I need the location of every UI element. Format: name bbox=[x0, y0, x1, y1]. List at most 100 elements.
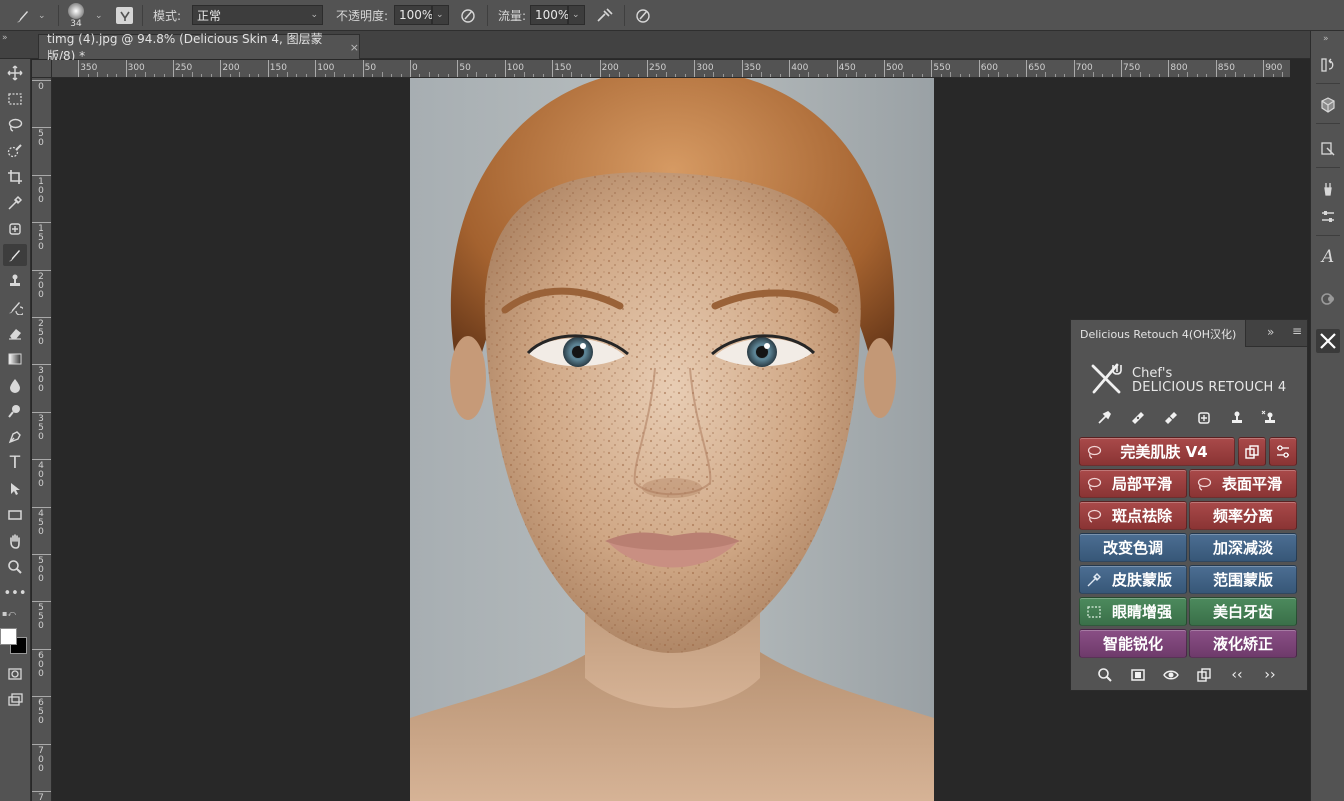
rectangle-tool-icon[interactable] bbox=[3, 504, 27, 526]
delicious-retouch-dock-icon[interactable] bbox=[1316, 329, 1340, 353]
flow-input[interactable]: 100% bbox=[530, 5, 569, 25]
lasso-tool-icon[interactable] bbox=[3, 114, 27, 136]
duplicate-layer-button[interactable] bbox=[1238, 437, 1266, 466]
layer-mask-icon[interactable] bbox=[1127, 664, 1149, 686]
liquify-button[interactable]: 液化矫正 bbox=[1189, 629, 1297, 658]
chevron-down-icon[interactable]: ⌄ bbox=[38, 11, 46, 21]
plugin-panel-icon[interactable] bbox=[1316, 287, 1340, 311]
healing-icon[interactable] bbox=[1193, 407, 1215, 429]
ruler-top-label: 300 bbox=[127, 63, 145, 73]
brush-tool-icon[interactable]: ⌄ bbox=[14, 0, 46, 31]
ruler-left-label: 100 bbox=[38, 176, 44, 205]
ruler-top-label: 150 bbox=[269, 63, 287, 73]
pen-tool-icon[interactable] bbox=[3, 426, 27, 448]
stamp-icon[interactable] bbox=[1226, 407, 1248, 429]
ruler-left-label: 150 bbox=[38, 224, 44, 253]
spot-remove-button[interactable]: 斑点祛除 bbox=[1079, 501, 1187, 530]
pressure-size-icon[interactable] bbox=[635, 0, 652, 31]
flow-dropdown[interactable]: ⌄ bbox=[568, 5, 585, 25]
hand-tool-icon[interactable] bbox=[3, 530, 27, 552]
opacity-input[interactable]: 100% bbox=[394, 5, 433, 25]
collapse-dock-icon[interactable]: » bbox=[1323, 34, 1329, 44]
pressure-opacity-icon[interactable] bbox=[460, 0, 477, 31]
mode-label: 模式: bbox=[153, 9, 182, 23]
eye-visibility-icon[interactable] bbox=[1160, 664, 1182, 686]
marquee-tool-icon[interactable] bbox=[3, 88, 27, 110]
adjustments-icon[interactable] bbox=[1316, 205, 1340, 229]
ruler-top-label: 850 bbox=[1217, 63, 1235, 73]
change-tone-button[interactable]: 改变色调 bbox=[1079, 533, 1187, 562]
settings-sliders-button[interactable] bbox=[1269, 437, 1297, 466]
crop-tool-icon[interactable] bbox=[3, 166, 27, 188]
brush-settings-icon[interactable] bbox=[1316, 177, 1340, 201]
brush-tool-icon[interactable] bbox=[3, 244, 27, 266]
screen-mode-icon[interactable] bbox=[3, 689, 27, 711]
history-brush-tool-icon[interactable] bbox=[3, 296, 27, 318]
range-mask-button[interactable]: 范围蒙版 bbox=[1189, 565, 1297, 594]
ruler-top-label: 600 bbox=[980, 63, 998, 73]
eye-enhance-button[interactable]: 眼睛增强 bbox=[1079, 597, 1187, 626]
frequency-separation-button[interactable]: 频率分离 bbox=[1189, 501, 1297, 530]
surface-smooth-button[interactable]: 表面平滑 bbox=[1189, 469, 1297, 498]
quick-mask-icon[interactable] bbox=[3, 663, 27, 685]
collapse-toolbar-icon[interactable]: » bbox=[2, 33, 8, 43]
character-panel-icon[interactable]: A bbox=[1316, 245, 1340, 269]
type-tool-icon[interactable]: T bbox=[3, 452, 27, 474]
dodge-tool-icon[interactable] bbox=[3, 400, 27, 422]
zoom-tool-icon[interactable] bbox=[3, 556, 27, 578]
lasso-icon bbox=[1197, 477, 1212, 491]
bandage-icon[interactable] bbox=[1127, 407, 1149, 429]
close-icon[interactable]: × bbox=[350, 41, 359, 54]
flow-label: 流量: bbox=[498, 9, 527, 23]
mode-value: 正常 bbox=[197, 8, 222, 23]
properties-panel-icon[interactable] bbox=[1316, 137, 1340, 161]
skin-mask-button[interactable]: 皮肤蒙版 bbox=[1079, 565, 1187, 594]
clone-stamp-tool-icon[interactable] bbox=[3, 270, 27, 292]
skin-mask-label: 皮肤蒙版 bbox=[1111, 571, 1172, 589]
move-tool-icon[interactable] bbox=[3, 62, 27, 84]
mode-select[interactable]: 正常 ⌄ bbox=[192, 5, 323, 25]
local-smooth-button[interactable]: 局部平滑 bbox=[1079, 469, 1187, 498]
ruler-top-label: 100 bbox=[317, 63, 335, 73]
dodge-burn-label: 加深减淡 bbox=[1212, 539, 1273, 557]
next-arrow-icon[interactable]: ›› bbox=[1259, 664, 1281, 686]
portrait-photo[interactable] bbox=[410, 78, 934, 801]
brush-panel-toggle-icon[interactable] bbox=[116, 0, 133, 31]
opacity-dropdown[interactable]: ⌄ bbox=[432, 5, 449, 25]
local-smooth-label: 局部平滑 bbox=[1111, 475, 1172, 493]
teeth-whiten-button[interactable]: 美白牙齿 bbox=[1189, 597, 1297, 626]
healing-brush-tool-icon[interactable] bbox=[3, 218, 27, 240]
panel-title[interactable]: Delicious Retouch 4(OH汉化) bbox=[1071, 320, 1247, 347]
patch-icon[interactable] bbox=[1160, 407, 1182, 429]
eraser-tool-icon[interactable] bbox=[3, 322, 27, 344]
brush-tool-mini-icon[interactable] bbox=[1093, 407, 1115, 429]
smart-sharpen-button[interactable]: 智能锐化 bbox=[1079, 629, 1187, 658]
perfect-skin-label: 完美肌肤 V4 bbox=[1120, 443, 1208, 461]
gradient-tool-icon[interactable] bbox=[3, 348, 27, 370]
history-panel-icon[interactable] bbox=[1316, 53, 1340, 77]
zoom-icon[interactable] bbox=[1094, 664, 1116, 686]
chevron-down-icon[interactable]: ⌄ bbox=[95, 0, 103, 31]
more-tools-icon[interactable]: ••• bbox=[3, 582, 27, 604]
lasso-icon bbox=[1087, 445, 1102, 459]
collapse-panel-icon[interactable]: » bbox=[1267, 325, 1274, 339]
merge-layers-icon[interactable] bbox=[1193, 664, 1215, 686]
pattern-stamp-icon[interactable] bbox=[1258, 407, 1280, 429]
quick-selection-tool-icon[interactable] bbox=[3, 140, 27, 162]
foreground-color-swatch-top[interactable] bbox=[0, 628, 17, 645]
airbrush-icon[interactable] bbox=[596, 0, 614, 31]
path-selection-tool-icon[interactable] bbox=[3, 478, 27, 500]
brush-preset-picker[interactable]: 34 bbox=[68, 0, 84, 31]
eyedropper-tool-icon[interactable] bbox=[3, 192, 27, 214]
3d-panel-icon[interactable] bbox=[1316, 93, 1340, 117]
prev-arrow-icon[interactable]: ‹‹ bbox=[1226, 664, 1248, 686]
ruler-left-label: 450 bbox=[38, 508, 44, 537]
document-tab[interactable]: timg (4).jpg @ 94.8% (Delicious Skin 4, … bbox=[38, 32, 360, 63]
panel-menu-icon[interactable]: ≡ bbox=[1292, 324, 1302, 338]
dodge-burn-button[interactable]: 加深减淡 bbox=[1189, 533, 1297, 562]
document-title: timg (4).jpg @ 94.8% (Delicious Skin 4, … bbox=[47, 32, 323, 63]
blur-tool-icon[interactable] bbox=[3, 374, 27, 396]
change-tone-label: 改变色调 bbox=[1102, 539, 1163, 557]
perfect-skin-button[interactable]: 完美肌肤 V4 bbox=[1079, 437, 1235, 466]
default-colors-icon[interactable]: ▪⤺ bbox=[2, 609, 16, 619]
